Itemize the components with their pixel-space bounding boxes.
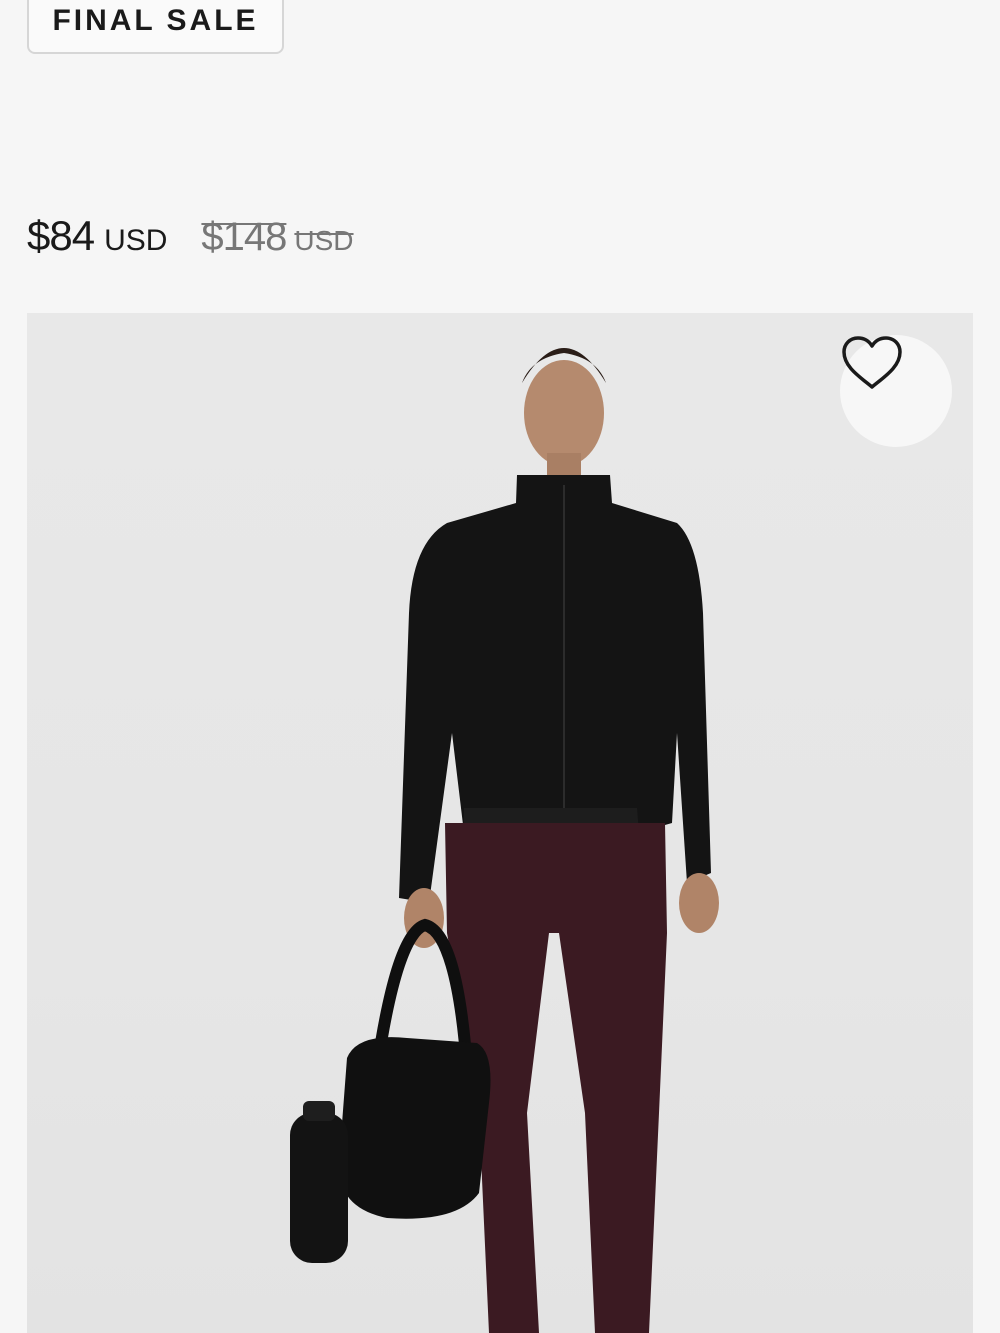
- final-sale-badge: FINAL SALE: [27, 0, 284, 54]
- original-price-currency: USD: [294, 225, 354, 256]
- product-image[interactable]: [27, 313, 973, 1333]
- model-right-hand: [679, 873, 719, 933]
- model-head: [524, 360, 604, 466]
- current-price: $84: [27, 212, 95, 259]
- price-row: $84 USD $148 USD: [27, 212, 354, 260]
- gym-bag: [338, 1037, 491, 1219]
- original-price-amount: $148: [201, 215, 287, 259]
- original-price: $148 USD: [201, 215, 353, 260]
- water-bottle-cap: [303, 1101, 335, 1121]
- product-photo-illustration: [290, 348, 719, 1333]
- current-price-currency: USD: [104, 224, 168, 257]
- wishlist-button[interactable]: [840, 335, 952, 447]
- water-bottle: [290, 1113, 348, 1263]
- final-sale-label: FINAL SALE: [52, 4, 259, 37]
